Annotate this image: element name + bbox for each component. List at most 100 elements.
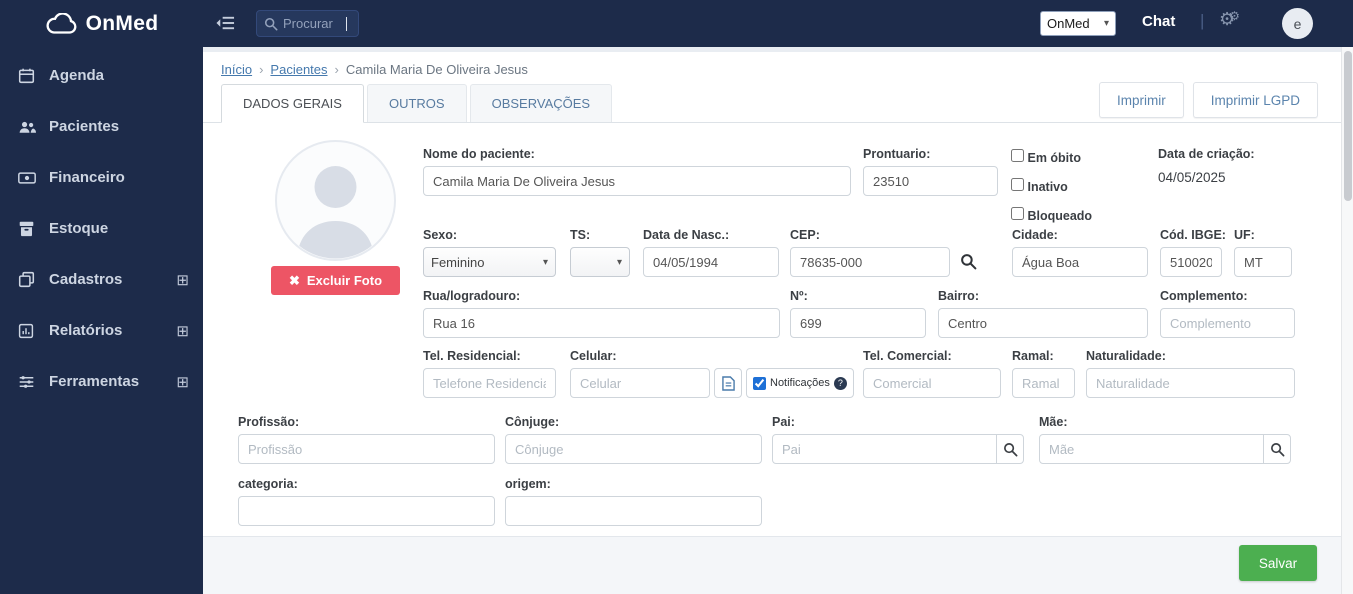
close-icon: ✖ — [288, 272, 300, 288]
field-data-nasc: Data de Nasc.: — [643, 228, 779, 277]
cep-search-button[interactable] — [960, 253, 977, 273]
footer-bar: Salvar — [203, 536, 1341, 594]
sidebar-item-ferramentas[interactable]: Ferramentas ⊞ — [0, 356, 203, 407]
org-select[interactable]: OnMed ▾ — [1040, 11, 1116, 36]
field-ramal: Ramal: — [1012, 349, 1075, 398]
field-sexo: Sexo: Feminino ▾ — [423, 228, 556, 277]
field-tel-comercial: Tel. Comercial: — [863, 349, 1001, 398]
chevron-down-icon: ▾ — [616, 256, 622, 268]
field-conjuge: Cônjuge: — [505, 415, 762, 464]
bairro-input[interactable] — [938, 308, 1148, 338]
numero-input[interactable] — [790, 308, 926, 338]
complemento-label: Complemento: — [1160, 289, 1248, 303]
sidebar-item-relatorios[interactable]: Relatórios ⊞ — [0, 305, 203, 356]
mae-input[interactable] — [1039, 434, 1264, 464]
settings-gears-icon[interactable]: ⚙⚙ — [1219, 10, 1240, 28]
field-tel-residencial: Tel. Residencial: — [423, 349, 556, 398]
data-criacao-value: 04/05/2025 — [1158, 170, 1226, 185]
ts-label: TS: — [570, 228, 591, 242]
sidebar-toggle-button[interactable] — [216, 15, 235, 34]
sidebar-item-cadastros[interactable]: Cadastros ⊞ — [0, 254, 203, 305]
celular-label: Celular: — [570, 349, 617, 363]
sidebar-nav: Agenda Pacientes Financeiro Estoque Cada… — [0, 47, 203, 407]
search-input[interactable] — [283, 16, 341, 31]
notificacoes-label: Notificações — [770, 377, 830, 389]
ibge-input[interactable] — [1160, 247, 1222, 277]
data-nasc-input[interactable] — [643, 247, 779, 277]
search-icon — [1270, 442, 1284, 456]
cidade-input[interactable] — [1012, 247, 1148, 277]
cloud-logo-icon — [45, 12, 79, 35]
tab-dados-gerais[interactable]: DADOS GERAIS — [221, 84, 364, 123]
sidebar-item-estoque[interactable]: Estoque — [0, 203, 203, 254]
sidebar-item-financeiro[interactable]: Financeiro — [0, 152, 203, 203]
expand-icon[interactable]: ⊞ — [176, 373, 189, 391]
help-icon[interactable]: ? — [833, 376, 847, 390]
bloqueado-checkbox[interactable] — [1011, 207, 1024, 220]
mae-search-button[interactable] — [1263, 434, 1291, 464]
celular-input[interactable] — [570, 368, 710, 398]
sidebar-item-agenda[interactable]: Agenda — [0, 50, 203, 101]
field-nome-paciente: Nome do paciente: — [423, 147, 851, 196]
user-avatar[interactable]: e — [1282, 8, 1313, 39]
field-categoria: categoria: — [238, 477, 495, 526]
sidebar-item-pacientes[interactable]: Pacientes — [0, 101, 203, 152]
chevron-down-icon: ▾ — [1103, 18, 1109, 29]
cep-input[interactable] — [790, 247, 950, 277]
scrollbar-thumb[interactable] — [1344, 51, 1352, 201]
ibge-label: Cód. IBGE: — [1160, 228, 1226, 242]
profissao-input[interactable] — [238, 434, 495, 464]
pai-search-button[interactable] — [996, 434, 1024, 464]
breadcrumb-inicio[interactable]: Início — [221, 62, 252, 77]
pai-input[interactable] — [772, 434, 997, 464]
sexo-select[interactable]: Feminino ▾ — [423, 247, 556, 277]
origem-input[interactable] — [505, 496, 762, 526]
inativo-checkbox[interactable] — [1011, 178, 1024, 191]
mae-label: Mãe: — [1039, 415, 1068, 429]
document-icon — [721, 375, 735, 391]
sexo-label: Sexo: — [423, 228, 458, 242]
banknote-icon — [18, 171, 44, 185]
topbar-search[interactable] — [256, 10, 359, 37]
tab-outros[interactable]: OUTROS — [366, 84, 467, 122]
breadcrumb-pacientes[interactable]: Pacientes — [270, 62, 327, 77]
expand-icon[interactable]: ⊞ — [176, 322, 189, 340]
naturalidade-input[interactable] — [1086, 368, 1295, 398]
notificacoes-checkbox[interactable] — [753, 376, 766, 390]
chat-link[interactable]: Chat — [1142, 13, 1175, 30]
ts-select[interactable]: ▾ — [570, 247, 630, 277]
topbar-separator: | — [1200, 11, 1205, 30]
patient-photo — [275, 140, 396, 261]
breadcrumb: Início › Pacientes › Camila Maria De Oli… — [221, 62, 528, 77]
field-data-criacao: Data de criação: 04/05/2025 — [1158, 147, 1318, 185]
field-ibge: Cód. IBGE: — [1160, 228, 1226, 277]
uf-input[interactable] — [1234, 247, 1292, 277]
scrollbar[interactable] — [1341, 47, 1353, 594]
org-select-value: OnMed — [1047, 16, 1090, 31]
celular-document-button[interactable] — [714, 368, 742, 398]
chart-icon — [18, 323, 44, 339]
expand-icon[interactable]: ⊞ — [176, 271, 189, 289]
categoria-input[interactable] — [238, 496, 495, 526]
inativo-option: Inativo — [1011, 178, 1092, 195]
tel-residencial-input[interactable] — [423, 368, 556, 398]
tel-comercial-input[interactable] — [863, 368, 1001, 398]
nome-paciente-input[interactable] — [423, 166, 851, 196]
app-logo[interactable]: OnMed — [0, 0, 203, 47]
prontuario-input[interactable] — [863, 166, 998, 196]
ramal-label: Ramal: — [1012, 349, 1054, 363]
complemento-input[interactable] — [1160, 308, 1295, 338]
numero-label: Nº: — [790, 289, 808, 303]
rua-input[interactable] — [423, 308, 780, 338]
ramal-input[interactable] — [1012, 368, 1075, 398]
breadcrumb-current: Camila Maria De Oliveira Jesus — [345, 62, 528, 77]
sliders-icon — [18, 375, 44, 389]
breadcrumb-separator: › — [334, 62, 339, 77]
box-icon — [18, 220, 44, 237]
em-obito-checkbox[interactable] — [1011, 149, 1024, 162]
delete-photo-button[interactable]: ✖ Excluir Foto — [271, 266, 400, 295]
prontuario-label: Prontuario: — [863, 147, 931, 161]
tab-observacoes[interactable]: OBSERVAÇÕES — [469, 84, 613, 122]
conjuge-input[interactable] — [505, 434, 762, 464]
salvar-button[interactable]: Salvar — [1239, 545, 1317, 581]
